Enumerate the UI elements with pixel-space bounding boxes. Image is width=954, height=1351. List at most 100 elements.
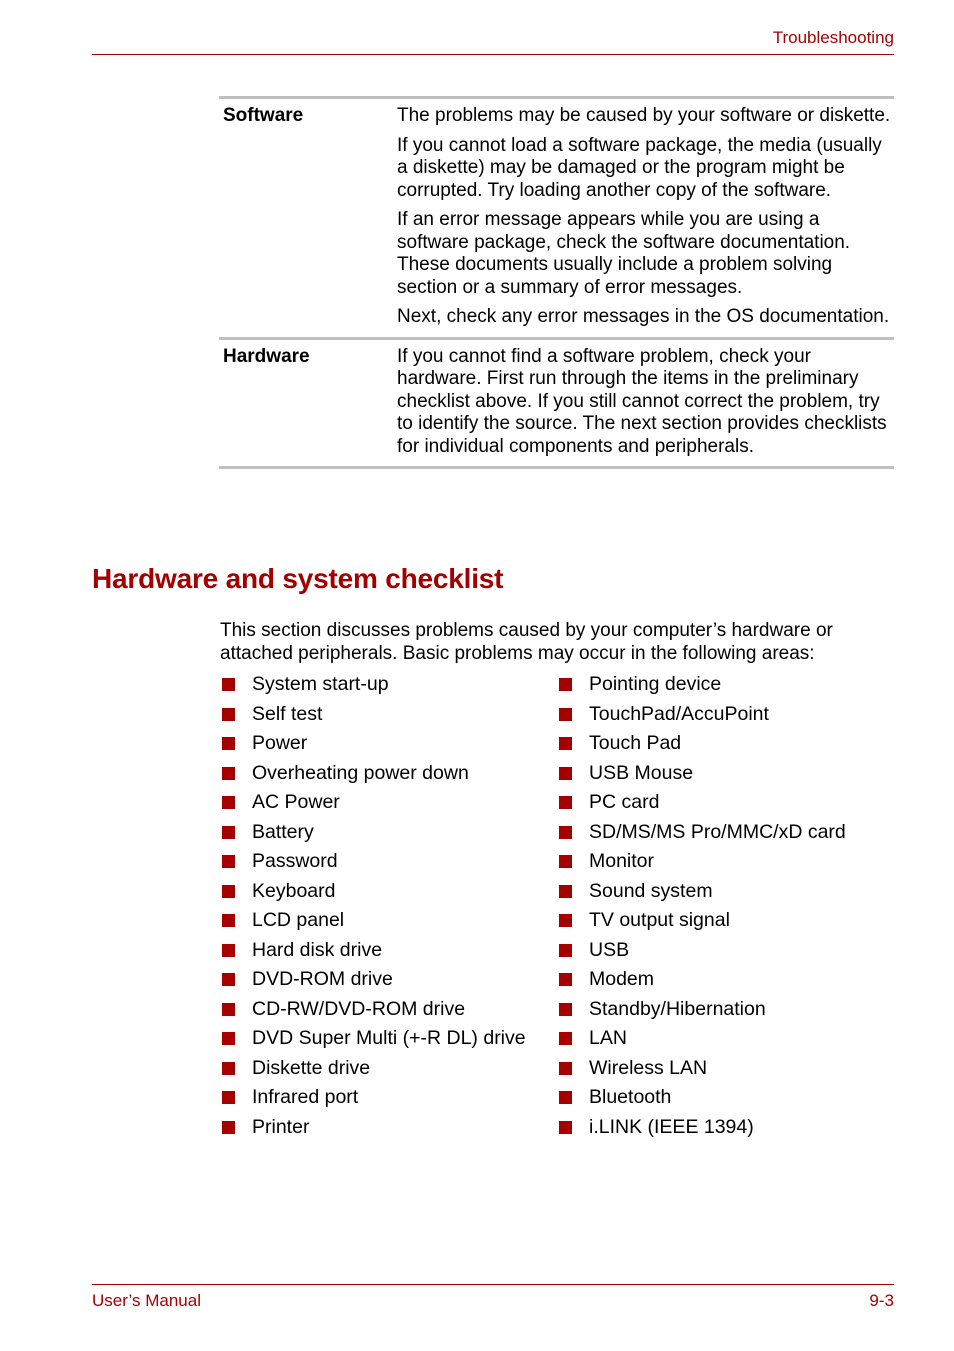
list-item-label: USB: [589, 938, 630, 961]
square-bullet-icon: [222, 1120, 235, 1134]
row-description: The problems may be caused by your softw…: [393, 105, 894, 329]
list-item-label: TouchPad/AccuPoint: [589, 702, 769, 725]
square-bullet-icon: [222, 707, 235, 721]
list-item-label: PC card: [589, 791, 660, 814]
square-bullet-icon: [222, 1091, 235, 1105]
list-item: PC card: [559, 788, 846, 818]
list-item-label: CD-RW/DVD-ROM drive: [252, 997, 466, 1020]
list-item-label: Sound system: [589, 879, 713, 902]
square-bullet-icon: [559, 678, 572, 692]
header-divider: [92, 54, 894, 55]
square-bullet-icon: [559, 707, 572, 721]
list-item: Touch Pad: [559, 729, 846, 759]
running-header-title: Troubleshooting: [772, 28, 894, 47]
square-bullet-icon: [222, 737, 235, 751]
list-item: LAN: [559, 1024, 846, 1054]
footer-manual-title: User’s Manual: [92, 1291, 201, 1310]
list-item-label: Password: [252, 850, 338, 873]
page-number: 9-3: [869, 1291, 894, 1310]
paragraph: Next, check any error messages in the OS…: [397, 306, 890, 327]
list-item: Password: [222, 847, 526, 877]
list-item-label: AC Power: [252, 791, 340, 814]
checklist-right-column: Pointing device TouchPad/AccuPoint Touch P…: [559, 670, 846, 1142]
square-bullet-icon: [222, 1002, 235, 1016]
list-item: Infrared port: [222, 1083, 526, 1113]
list-item: Hard disk drive: [222, 936, 526, 966]
list-item: LCD panel: [222, 906, 526, 936]
list-item: Pointing device: [559, 670, 846, 700]
list-item: DVD Super Multi (+-R DL) drive: [222, 1024, 526, 1054]
square-bullet-icon: [559, 914, 572, 928]
square-bullet-icon: [222, 766, 235, 780]
square-bullet-icon: [222, 1032, 235, 1046]
list-item-label: Keyboard: [252, 879, 336, 902]
list-item: Printer: [222, 1113, 526, 1143]
square-bullet-icon: [222, 943, 235, 957]
list-item-label: Bluetooth: [589, 1086, 672, 1109]
row-description: If you cannot find a software problem, c…: [393, 346, 894, 459]
square-bullet-icon: [559, 973, 572, 987]
list-item-label: TV output signal: [589, 909, 730, 932]
square-bullet-icon: [559, 1002, 572, 1016]
list-item: TouchPad/AccuPoint: [559, 700, 846, 730]
list-item: Bluetooth: [559, 1083, 846, 1113]
list-item-label: DVD Super Multi (+-R DL) drive: [252, 1027, 526, 1050]
square-bullet-icon: [222, 884, 235, 898]
list-item-label: Standby/Hibernation: [589, 997, 766, 1020]
list-item-label: i.LINK (IEEE 1394): [589, 1115, 754, 1138]
list-item: Self test: [222, 700, 526, 730]
list-item-label: Hard disk drive: [252, 938, 383, 961]
list-item: Overheating power down: [222, 759, 526, 789]
list-item: SD/MS/MS Pro/MMC/xD card: [559, 818, 846, 848]
list-item: AC Power: [222, 788, 526, 818]
list-item: System start-up: [222, 670, 526, 700]
square-bullet-icon: [559, 796, 572, 810]
square-bullet-icon: [222, 914, 235, 928]
checklist-left-column: System start-up Self test Power Overheating…: [222, 670, 526, 1142]
square-bullet-icon: [222, 973, 235, 987]
square-bullet-icon: [559, 1032, 572, 1046]
section-intro: This section discusses problems caused b…: [220, 620, 833, 664]
square-bullet-icon: [222, 678, 235, 692]
list-item: i.LINK (IEEE 1394): [559, 1113, 846, 1143]
row-label: Hardware: [223, 345, 310, 367]
square-bullet-icon: [222, 796, 235, 810]
square-bullet-icon: [559, 1120, 572, 1134]
paragraph: If you cannot load a software package, t…: [397, 134, 882, 201]
list-item: Diskette drive: [222, 1054, 526, 1084]
list-item: Battery: [222, 818, 526, 848]
paragraph: The problems may be caused by your softw…: [397, 105, 891, 126]
list-item: TV output signal: [559, 906, 846, 936]
list-item: Modem: [559, 965, 846, 995]
list-item-label: LCD panel: [252, 909, 345, 932]
list-item-label: Battery: [252, 820, 314, 843]
list-item-label: Monitor: [589, 850, 655, 873]
square-bullet-icon: [222, 1061, 235, 1075]
square-bullet-icon: [559, 943, 572, 957]
list-item-label: Self test: [252, 702, 323, 725]
table-row-hardware: Hardware If you cannot find a software p…: [219, 336, 894, 469]
square-bullet-icon: [559, 1061, 572, 1075]
list-item-label: DVD-ROM drive: [252, 968, 393, 991]
row-label: Software: [223, 105, 304, 126]
square-bullet-icon: [559, 1091, 572, 1105]
list-item-label: System start-up: [252, 673, 389, 696]
list-item: Wireless LAN: [559, 1054, 846, 1084]
square-bullet-icon: [559, 737, 572, 751]
section-heading: Hardware and system checklist: [92, 563, 504, 594]
list-item-label: Wireless LAN: [589, 1056, 708, 1079]
list-item-label: Overheating power down: [252, 761, 469, 784]
list-item: Power: [222, 729, 526, 759]
list-item: USB: [559, 936, 846, 966]
list-item-label: Touch Pad: [589, 732, 682, 755]
list-item: Keyboard: [222, 877, 526, 907]
list-item-label: LAN: [589, 1027, 627, 1050]
square-bullet-icon: [559, 884, 572, 898]
square-bullet-icon: [559, 825, 572, 839]
list-item-label: USB Mouse: [589, 761, 694, 784]
list-item-label: Power: [252, 732, 308, 755]
list-item: Standby/Hibernation: [559, 995, 846, 1025]
list-item-label: Pointing device: [589, 673, 722, 696]
square-bullet-icon: [222, 825, 235, 839]
square-bullet-icon: [559, 766, 572, 780]
